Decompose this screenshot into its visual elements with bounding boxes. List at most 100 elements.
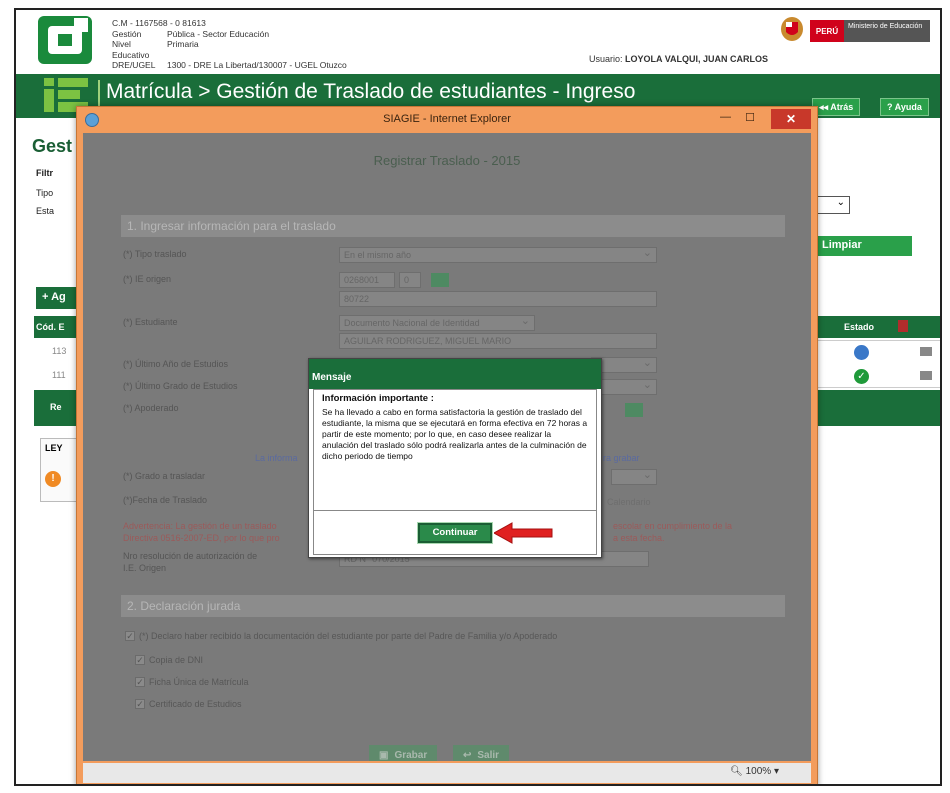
section-heading: Gest xyxy=(32,136,73,156)
calendario-link[interactable]: Calendario xyxy=(607,497,651,507)
warning-text-left: Advertencia: La gestión de un traslado xyxy=(123,521,277,531)
ministerio-label: Ministerio de Educación xyxy=(844,20,930,42)
info-text-left: La informa xyxy=(255,453,298,463)
dre-label: DRE/UGEL xyxy=(112,60,156,70)
gestion-value: Pública - Sector Educación xyxy=(167,28,270,39)
declaro-checkbox-row[interactable]: ✓ (*) Declaro haber recibido la document… xyxy=(125,631,557,641)
salir-label: Salir xyxy=(477,749,500,761)
warning-text-left2: Directiva 0516-2007-ED, por lo que pro xyxy=(123,533,280,543)
grabar-button[interactable]: ▣ Grabar xyxy=(369,745,438,761)
doc2-checkbox-row[interactable]: ✓ Ficha Única de Matrícula xyxy=(135,677,249,687)
doc2-checkbox[interactable]: ✓ xyxy=(135,677,145,687)
ie-status-bar: 🔍︎ 100% ▾ xyxy=(83,763,811,783)
minimize-icon[interactable]: — xyxy=(720,111,731,123)
declaro-label: (*) Declaro haber recibido la documentac… xyxy=(139,631,558,641)
print-icon[interactable] xyxy=(920,347,932,356)
limpiar-button[interactable]: Limpiar xyxy=(812,236,912,256)
doc2-label: Ficha Única de Matrícula xyxy=(149,677,249,687)
ie-origen-name-field: 80722 xyxy=(339,291,657,307)
fecha-label: (*)Fecha de Traslado xyxy=(123,495,208,505)
page-title: Matrícula > Gestión de Traslado de estud… xyxy=(106,80,636,103)
mensaje-title: Información importante : xyxy=(322,393,434,404)
atras-button[interactable]: ◂◂ Atrás xyxy=(812,98,861,116)
institution-code: C.M - 1167568 - 0 81613 xyxy=(112,18,206,28)
col-estado-header: Estado xyxy=(844,322,875,332)
resolucion-label: Nro resolución de autorización de xyxy=(123,551,258,561)
status-info-icon[interactable] xyxy=(854,345,869,360)
form-title: Registrar Traslado - 2015 xyxy=(373,153,521,168)
doc3-label: Certificado de Estudios xyxy=(149,699,242,709)
grabar-label: Grabar xyxy=(394,749,428,761)
estudiante-doc-select[interactable]: Documento Nacional de Identidad xyxy=(339,315,535,331)
section1-header: 1. Ingresar información para el traslado xyxy=(121,215,785,237)
mensaje-header: Mensaje xyxy=(309,359,601,389)
doc1-checkbox-row[interactable]: ✓ Copia de DNI xyxy=(135,655,203,665)
table-header-right: o Estado xyxy=(804,316,940,338)
doc1-checkbox[interactable]: ✓ xyxy=(135,655,145,665)
continuar-button[interactable]: Continuar xyxy=(417,522,493,544)
nivel-label: Nivel Educativo xyxy=(112,39,150,60)
ministry-badge: PERÚ Ministerio de Educación xyxy=(810,20,930,42)
browser-frame: C.M - 1167568 - 0 81613 Gestión Pública -… xyxy=(14,8,942,786)
pdf-icon xyxy=(898,320,908,332)
ayuda-button[interactable]: ? Ayuda xyxy=(880,98,929,116)
section2-header: 2. Declaración jurada xyxy=(121,595,785,617)
estudiante-label: (*) Estudiante xyxy=(123,317,178,327)
row1-code: 113 xyxy=(52,346,67,356)
mensaje-footer: Continuar xyxy=(313,511,597,555)
gestion-label: Gestión xyxy=(112,28,142,39)
ie-titlebar: SIAGIE - Internet Explorer — ☐ ✕ xyxy=(77,107,817,133)
estudiante-name-field: AGUILAR RODRIGUEZ, MIGUEL MARIO xyxy=(339,333,657,349)
doc3-checkbox[interactable]: ✓ xyxy=(135,699,145,709)
back-arrow-icon: ↩ xyxy=(463,749,472,761)
tipo-traslado-label: (*) Tipo traslado xyxy=(123,249,187,259)
dre-value: 1300 - DRE La Libertad/130007 - UGEL Otu… xyxy=(167,60,347,70)
usuario-value: LOYOLA VALQUI, JUAN CARLOS xyxy=(625,54,769,64)
ie-window-title: SIAGIE - Internet Explorer xyxy=(383,113,511,125)
status-check-icon[interactable]: ✓ xyxy=(854,369,869,384)
declaro-checkbox[interactable]: ✓ xyxy=(125,631,135,641)
resolucion-label2: I.E. Origen xyxy=(123,563,167,573)
print-icon[interactable] xyxy=(920,371,932,380)
zoom-icon: 🔍︎ xyxy=(730,766,743,777)
warning-text-right: escolar en cumplimiento de la xyxy=(613,521,733,531)
usuario-label: Usuario: xyxy=(589,54,623,64)
apoderado-search-button[interactable] xyxy=(625,403,643,417)
save-icon: ▣ xyxy=(379,749,389,761)
table-right-rows: ✓ xyxy=(804,340,940,388)
siagie-logo-icon xyxy=(38,16,92,64)
grado-select[interactable] xyxy=(611,469,657,485)
page-header: C.M - 1167568 - 0 81613 Gestión Pública -… xyxy=(16,10,940,72)
info-text-right: ra grabar xyxy=(603,453,640,463)
nivel-value: Primaria xyxy=(167,39,199,49)
ie-search-button[interactable] xyxy=(431,273,449,287)
ultimo-anio-label: (*) Último Año de Estudios xyxy=(123,359,229,369)
tipo-label: Tipo xyxy=(36,188,54,198)
close-icon[interactable]: ✕ xyxy=(771,109,811,129)
maximize-icon[interactable]: ☐ xyxy=(745,111,755,124)
doc1-label: Copia de DNI xyxy=(149,655,204,665)
zoom-control[interactable]: 🔍︎ 100% ▾ xyxy=(730,766,779,777)
col-cod-header: Cód. E xyxy=(34,316,80,338)
red-arrow-annotation-icon xyxy=(494,522,553,544)
ie-origen-label: (*) IE origen xyxy=(123,274,172,284)
coat-of-arms-icon xyxy=(781,17,803,41)
salir-button[interactable]: ↩ Salir xyxy=(453,745,510,761)
apoderado-label: (*) Apoderado xyxy=(123,403,179,413)
user-info: Usuario: LOYOLA VALQUI, JUAN CARLOS xyxy=(589,54,768,64)
ie-origen-code-field[interactable]: 0268001 xyxy=(339,272,395,288)
ie-origen-anexo-field[interactable]: 0 xyxy=(399,272,421,288)
estado-label: Esta xyxy=(36,206,55,216)
doc3-checkbox-row[interactable]: ✓ Certificado de Estudios xyxy=(135,699,242,709)
institution-info: C.M - 1167568 - 0 81613 Gestión Pública -… xyxy=(112,18,347,71)
ultimo-grado-label: (*) Último Grado de Estudios xyxy=(123,381,238,391)
mensaje-text: Se ha llevado a cabo en forma satisfacto… xyxy=(322,407,588,461)
legend-label: LEY xyxy=(45,443,63,453)
tipo-traslado-select[interactable]: En el mismo año xyxy=(339,247,657,263)
peru-label: PERÚ xyxy=(810,20,844,42)
table-footer-right xyxy=(804,390,940,426)
chevron-down-icon: ▾ xyxy=(773,766,779,777)
warning-icon: ! xyxy=(45,471,61,487)
filter-label: Filtr xyxy=(36,168,53,178)
grado-label: (*) Grado a trasladar xyxy=(123,471,206,481)
